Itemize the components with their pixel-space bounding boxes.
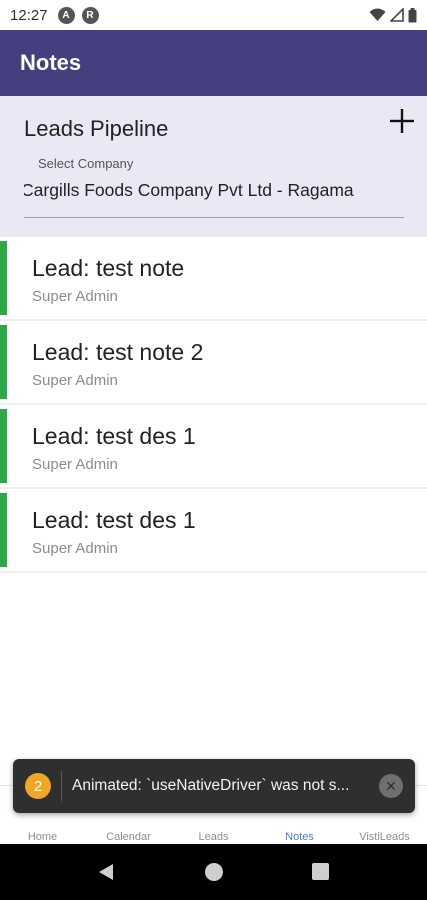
list-item[interactable]: Lead: test des 1 Super Admin xyxy=(0,489,427,573)
signal-icon xyxy=(390,8,404,22)
note-accent-bar xyxy=(0,241,7,315)
warning-toast[interactable]: 2 Animated: `useNativeDriver` was not s.… xyxy=(13,759,415,813)
back-icon[interactable] xyxy=(97,863,115,881)
app-bar: Notes xyxy=(0,30,427,96)
note-author: Super Admin xyxy=(32,540,118,557)
note-accent-bar xyxy=(0,493,7,567)
close-icon[interactable]: ✕ xyxy=(379,774,403,798)
list-item[interactable]: Lead: test note 2 Super Admin xyxy=(0,321,427,405)
home-nav-icon[interactable] xyxy=(205,863,223,881)
note-accent-bar xyxy=(0,325,7,399)
page-title: Notes xyxy=(20,50,82,75)
note-author: Super Admin xyxy=(32,456,118,473)
note-title: Lead: test note 2 xyxy=(32,339,204,365)
note-author: Super Admin xyxy=(32,372,118,389)
status-bar: 12:27 A R xyxy=(0,0,427,30)
system-nav-bar xyxy=(0,844,427,900)
add-note-button[interactable] xyxy=(387,106,417,136)
list-item[interactable]: Lead: test note Super Admin xyxy=(0,237,427,321)
wifi-icon xyxy=(369,8,386,21)
warning-count-badge: 2 xyxy=(25,773,51,799)
tab-label: Calendar xyxy=(106,831,151,843)
toast-divider xyxy=(61,771,62,801)
note-author: Super Admin xyxy=(32,288,118,305)
list-item[interactable]: Lead: test des 1 Super Admin xyxy=(0,405,427,489)
header-panel: Leads Pipeline Select Company Cargills F… xyxy=(0,96,427,237)
company-select[interactable]: Cargills Foods Company Pvt Ltd - Ragama xyxy=(24,180,404,218)
note-title: Lead: test note xyxy=(32,255,185,281)
tab-label: Notes xyxy=(285,831,314,843)
tab-label: Leads xyxy=(198,831,229,843)
tab-label: Home xyxy=(27,831,58,843)
notification-a-icon: A xyxy=(57,6,75,24)
battery-icon xyxy=(408,7,417,22)
toast-message: Animated: `useNativeDriver` was not s... xyxy=(72,777,350,794)
note-accent-bar xyxy=(0,409,7,483)
note-title: Lead: test des 1 xyxy=(32,423,196,449)
plus-icon xyxy=(390,109,414,133)
section-title: Leads Pipeline xyxy=(24,116,169,141)
note-title: Lead: test des 1 xyxy=(32,507,196,533)
company-select-label: Select Company xyxy=(38,156,134,171)
tab-label: VistiLeads xyxy=(359,831,410,843)
status-right-icons xyxy=(369,7,417,23)
notification-r-icon: R xyxy=(81,6,99,24)
notes-list: Lead: test note Super Admin Lead: test n… xyxy=(0,237,427,573)
status-time: 12:27 xyxy=(10,6,48,24)
recents-icon[interactable] xyxy=(312,863,329,880)
